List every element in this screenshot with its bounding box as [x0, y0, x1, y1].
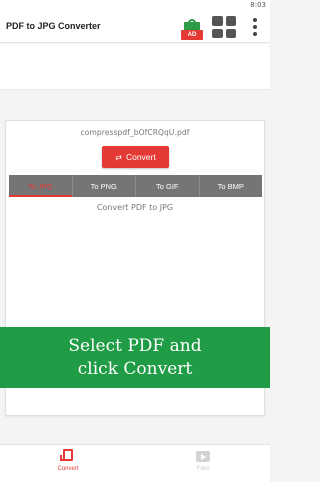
- ad-badge: AD: [181, 30, 203, 40]
- more-dot: [253, 18, 257, 22]
- grid-cell: [212, 16, 223, 26]
- more-dot: [253, 25, 257, 29]
- tab-to-jpg[interactable]: To JPG: [9, 175, 73, 197]
- nav-files-label: Files: [196, 466, 210, 472]
- convert-arrow-shape: [60, 455, 66, 461]
- grid-cell: [225, 28, 236, 38]
- convert-button-label: Convert: [125, 152, 156, 162]
- instruction-line-1: Select PDF and: [68, 335, 202, 356]
- status-bar: 8:03: [0, 0, 270, 10]
- grid-apps-icon[interactable]: [212, 16, 236, 38]
- conversion-hint: Convert PDF to JPG: [96, 203, 174, 212]
- more-dot: [253, 32, 257, 36]
- banner-area: [0, 44, 270, 90]
- tab-to-png[interactable]: To PNG: [73, 175, 136, 197]
- instruction-line-2: click Convert: [77, 358, 193, 379]
- more-vertical-icon[interactable]: [252, 18, 258, 36]
- convert-icon: [60, 449, 76, 463]
- convert-button[interactable]: ⇄ Convert: [102, 146, 169, 168]
- grid-cell: [225, 16, 236, 26]
- format-tabs: To JPG To PNG To GIF To BMP: [9, 175, 262, 197]
- nav-convert-label: Convert: [57, 466, 79, 472]
- tab-to-gif[interactable]: To GIF: [136, 175, 200, 197]
- files-icon: [195, 449, 211, 463]
- selected-filename[interactable]: compresspdf_bOfCRQqU.pdf: [6, 128, 264, 137]
- app-title: PDF to JPG Converter: [6, 21, 101, 31]
- tab-to-bmp[interactable]: To BMP: [200, 175, 263, 197]
- instruction-overlay: Select PDF and click Convert: [0, 327, 270, 388]
- nav-convert[interactable]: Convert: [38, 449, 98, 472]
- nav-files[interactable]: Files: [173, 449, 233, 472]
- gift-ad-icon[interactable]: AD: [181, 18, 203, 40]
- app-bar: PDF to JPG Converter AD: [0, 10, 270, 43]
- status-time: 8:03: [250, 1, 266, 9]
- files-play-shape: [201, 454, 206, 460]
- grid-cell: [212, 28, 223, 38]
- bottom-navigation: Convert Files: [0, 444, 270, 482]
- shuffle-icon: ⇄: [115, 152, 122, 162]
